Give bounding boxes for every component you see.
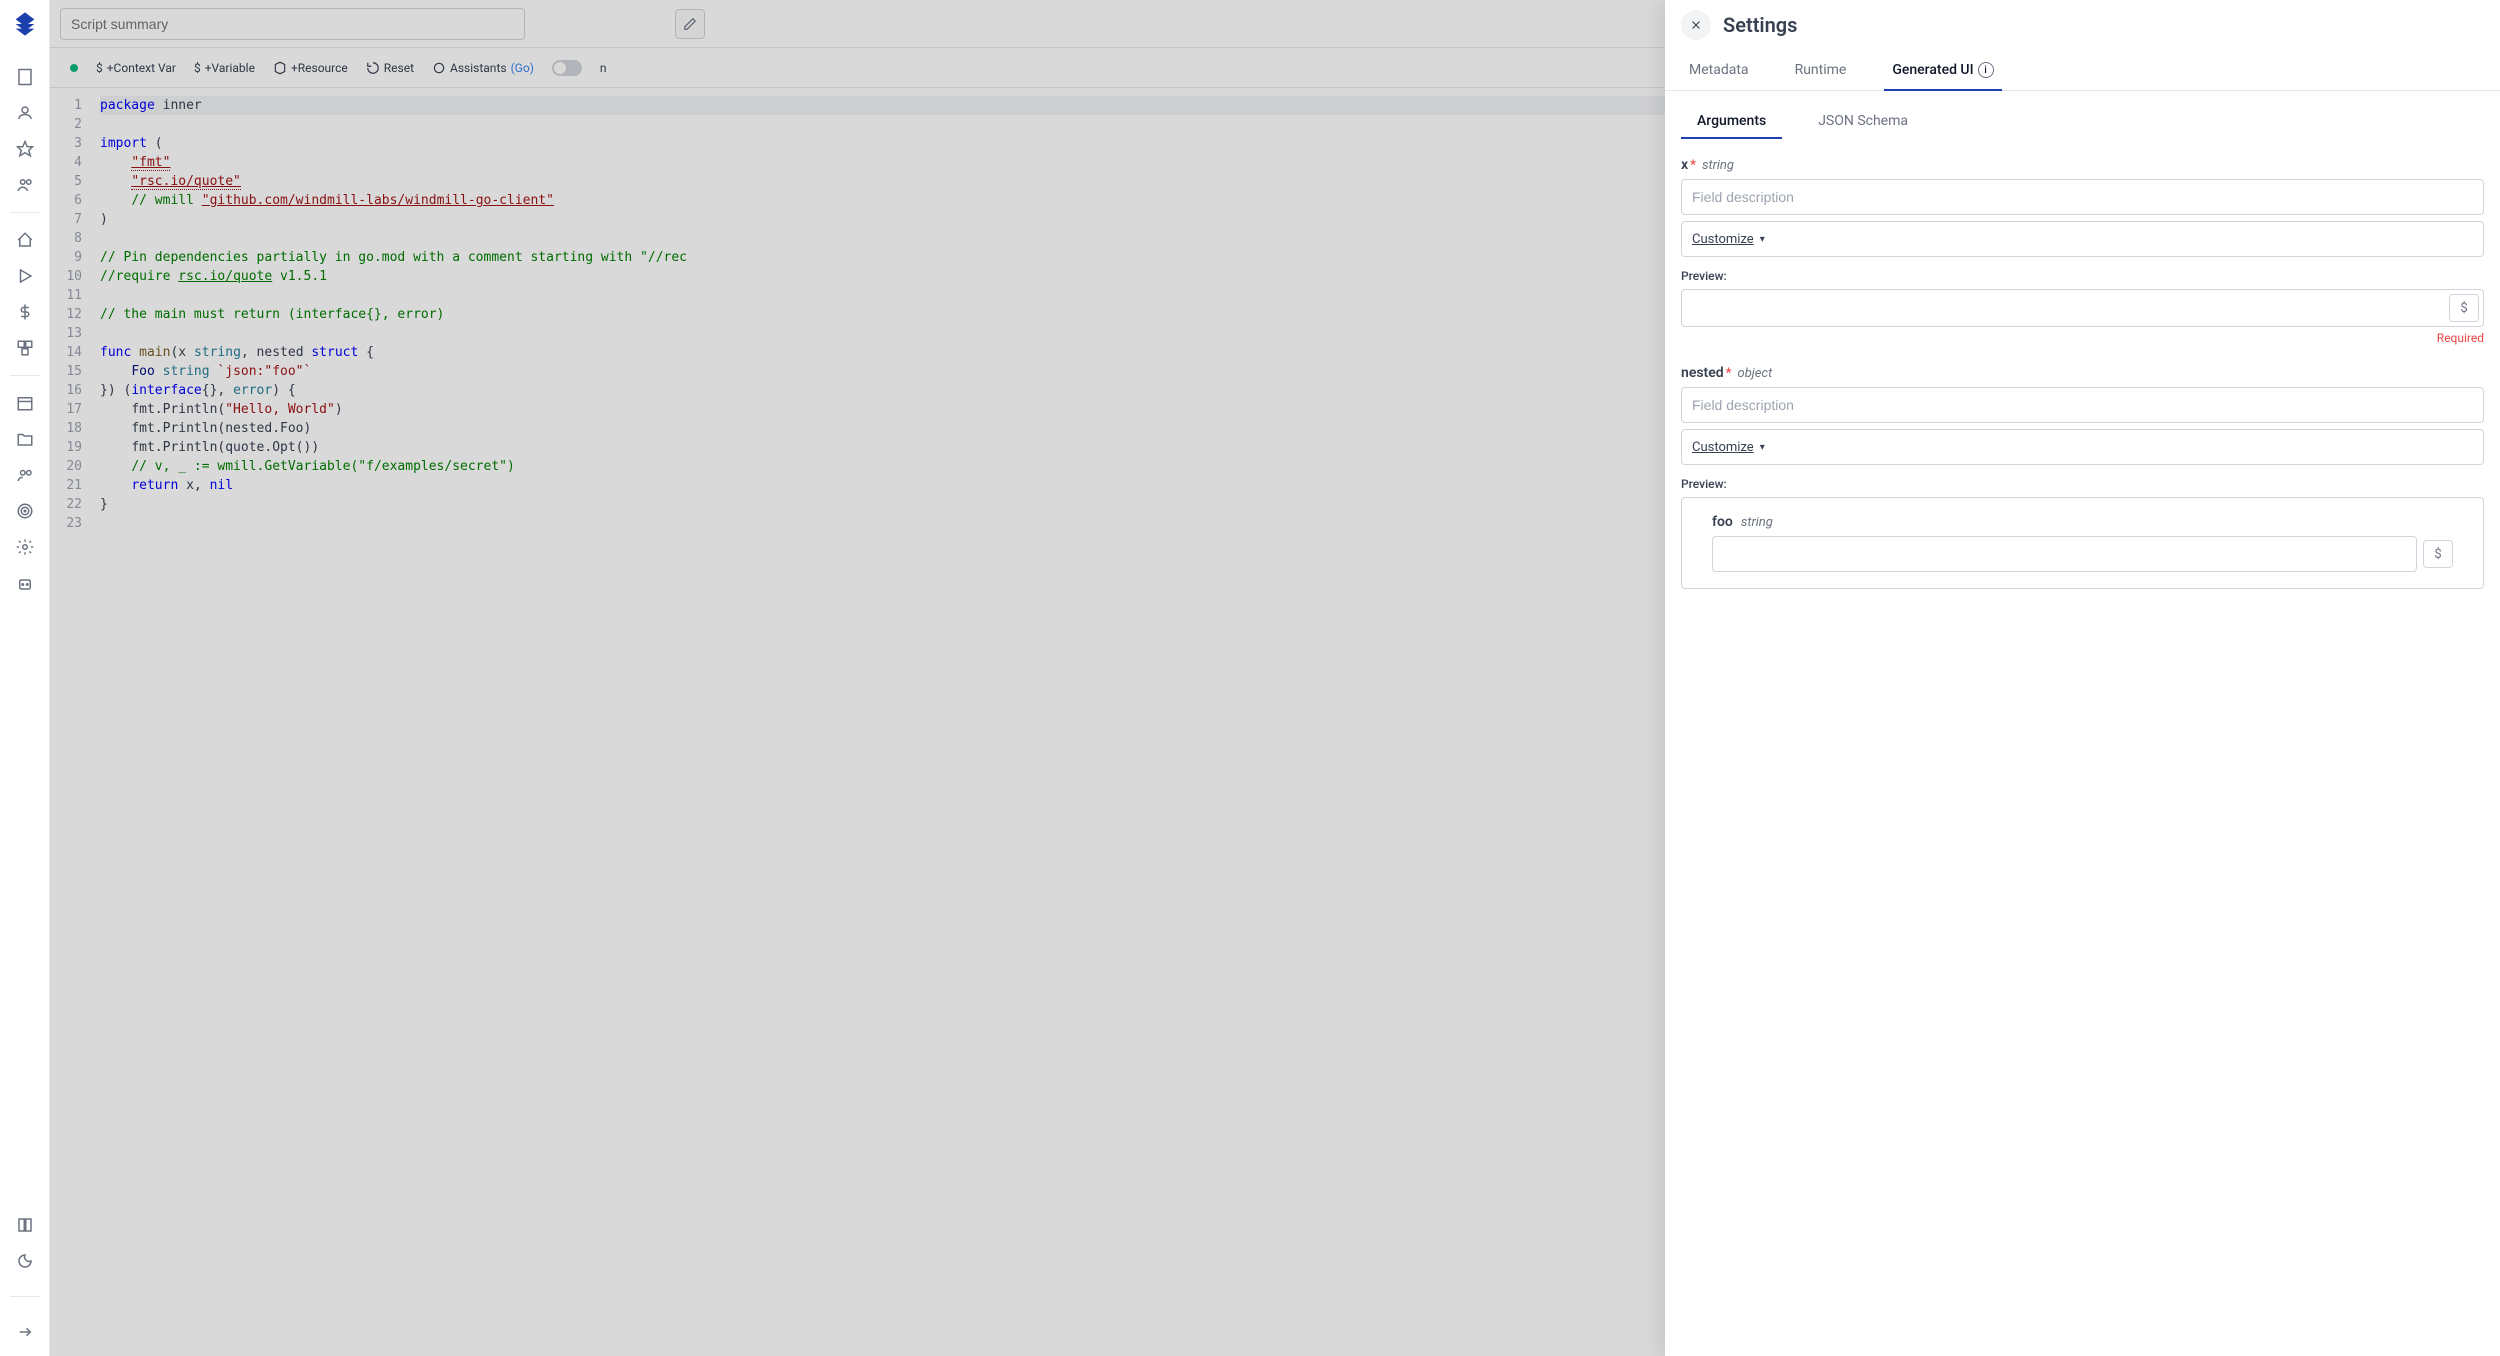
field-x-required-text: Required bbox=[1681, 331, 2484, 345]
toggle-label: n bbox=[600, 61, 607, 75]
book-icon[interactable] bbox=[16, 1216, 34, 1234]
subtab-json-schema[interactable]: JSON Schema bbox=[1802, 105, 1924, 139]
field-nested-name: nested bbox=[1681, 365, 1724, 381]
status-dot bbox=[70, 64, 78, 72]
field-x-asterisk: * bbox=[1690, 158, 1696, 173]
moon-icon[interactable] bbox=[16, 1252, 34, 1270]
chevron-down-icon: ▾ bbox=[1760, 442, 1765, 453]
boxes-icon[interactable] bbox=[16, 339, 34, 357]
play-icon[interactable] bbox=[16, 267, 34, 285]
field-x-dollar-button[interactable]: $ bbox=[2449, 294, 2479, 322]
tab-metadata[interactable]: Metadata bbox=[1681, 50, 1757, 90]
sub-tabs: Arguments JSON Schema bbox=[1665, 91, 2500, 139]
context-var-button[interactable]: $+Context Var bbox=[96, 61, 176, 75]
users-icon[interactable] bbox=[16, 176, 34, 194]
field-nested-preview-box: foo string $ bbox=[1681, 497, 2484, 589]
cube-icon bbox=[273, 61, 287, 75]
settings-title: Settings bbox=[1723, 13, 1797, 37]
subtab-arguments[interactable]: Arguments bbox=[1681, 105, 1782, 139]
field-x-preview-label: Preview: bbox=[1681, 269, 2484, 283]
field-nested-type: object bbox=[1738, 366, 1773, 381]
field-nested-description-input[interactable] bbox=[1681, 387, 2484, 423]
toggle-switch[interactable] bbox=[552, 60, 582, 76]
chevron-down-icon: ▾ bbox=[1760, 234, 1765, 245]
user-icon[interactable] bbox=[16, 104, 34, 122]
script-summary-input[interactable] bbox=[60, 8, 525, 40]
variable-button[interactable]: $+Variable bbox=[194, 61, 255, 75]
building-icon[interactable] bbox=[16, 68, 34, 86]
folder-icon[interactable] bbox=[16, 430, 34, 448]
reset-button[interactable]: Reset bbox=[366, 61, 414, 75]
tab-runtime[interactable]: Runtime bbox=[1787, 50, 1855, 90]
sidebar bbox=[0, 0, 50, 1356]
field-x-preview-box: $ bbox=[1681, 289, 2484, 327]
field-nested-preview-label: Preview: bbox=[1681, 477, 2484, 491]
gear-icon[interactable] bbox=[16, 538, 34, 556]
calendar-icon[interactable] bbox=[16, 394, 34, 412]
foo-dollar-button[interactable]: $ bbox=[2423, 540, 2453, 568]
resource-button[interactable]: +Resource bbox=[273, 61, 348, 75]
settings-tabs: Metadata Runtime Generated UI i bbox=[1665, 50, 2500, 91]
field-x-name: x bbox=[1681, 157, 1688, 173]
undo-icon bbox=[366, 61, 380, 75]
field-x-type: string bbox=[1702, 158, 1734, 173]
team-icon[interactable] bbox=[16, 466, 34, 484]
field-x-customize[interactable]: Customize ▾ bbox=[1681, 221, 2484, 257]
arrow-right-icon[interactable] bbox=[16, 1323, 34, 1341]
close-button[interactable] bbox=[1681, 10, 1711, 40]
edit-button[interactable] bbox=[675, 9, 705, 39]
field-x: x * string Customize ▾ Preview: $ Requir bbox=[1681, 157, 2484, 345]
assistants-button[interactable]: Assistants (Go) bbox=[432, 61, 534, 75]
target-icon[interactable] bbox=[16, 502, 34, 520]
field-nested: nested * object Customize ▾ Preview: foo… bbox=[1681, 365, 2484, 589]
foo-name: foo bbox=[1712, 514, 1733, 530]
field-x-preview-input[interactable] bbox=[1686, 294, 2449, 322]
tab-generated-ui[interactable]: Generated UI i bbox=[1884, 50, 2001, 90]
robot-icon[interactable] bbox=[16, 574, 34, 592]
refresh-icon bbox=[432, 61, 446, 75]
home-icon[interactable] bbox=[16, 231, 34, 249]
info-icon: i bbox=[1978, 62, 1994, 78]
close-icon bbox=[1689, 18, 1703, 32]
dollar-icon[interactable] bbox=[16, 303, 34, 321]
foo-type: string bbox=[1741, 515, 1773, 530]
foo-input[interactable] bbox=[1712, 536, 2417, 572]
logo-icon[interactable] bbox=[11, 10, 39, 38]
field-nested-asterisk: * bbox=[1726, 366, 1732, 381]
line-gutter: 1234567891011121314151617181920212223 bbox=[50, 88, 90, 1356]
field-x-description-input[interactable] bbox=[1681, 179, 2484, 215]
field-nested-customize[interactable]: Customize ▾ bbox=[1681, 429, 2484, 465]
settings-body: x * string Customize ▾ Preview: $ Requir bbox=[1665, 139, 2500, 1356]
settings-panel: Settings Metadata Runtime Generated UI i… bbox=[1665, 0, 2500, 1356]
star-icon[interactable] bbox=[16, 140, 34, 158]
